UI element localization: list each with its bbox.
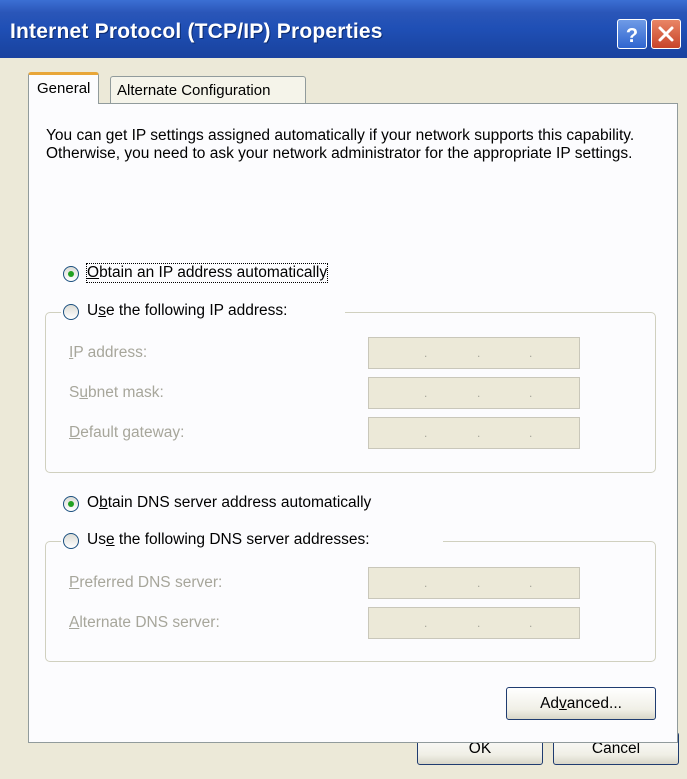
ip-address-field[interactable]: ... — [368, 337, 580, 369]
description-text: You can get IP settings assigned automat… — [46, 127, 635, 162]
use-following-dns-label[interactable]: Use the following DNS server addresses: — [87, 531, 370, 549]
title-bar[interactable]: Internet Protocol (TCP/IP) Properties ? — [0, 0, 687, 58]
radio-selected-dot — [68, 271, 74, 277]
use-following-ip-radio[interactable] — [63, 304, 79, 320]
obtain-dns-auto-radio[interactable] — [63, 496, 79, 512]
close-icon — [658, 26, 674, 42]
obtain-ip-auto-radio[interactable] — [63, 266, 79, 282]
preferred-dns-label: Preferred DNS server: — [69, 574, 223, 591]
alternate-dns-field[interactable]: ... — [368, 607, 580, 639]
default-gateway-field[interactable]: ... — [368, 417, 580, 449]
window-title: Internet Protocol (TCP/IP) Properties — [10, 20, 383, 43]
tab-general[interactable]: General — [28, 72, 100, 104]
alternate-dns-label: Alternate DNS server: — [69, 614, 220, 631]
radio-selected-dot — [68, 501, 74, 507]
close-button[interactable] — [651, 19, 681, 49]
subnet-mask-field[interactable]: ... — [368, 377, 580, 409]
default-gateway-label: Default gateway: — [69, 424, 185, 441]
tab-control: General Alternate Configuration You can … — [10, 72, 679, 754]
dns-manual-header: Use the following DNS server addresses: — [61, 529, 443, 553]
tcpip-properties-dialog: Internet Protocol (TCP/IP) Properties ? … — [0, 0, 687, 779]
help-icon: ? — [626, 25, 638, 47]
advanced-button[interactable]: Advanced... — [506, 687, 656, 720]
general-panel: You can get IP settings assigned automat… — [28, 103, 678, 743]
tab-general-label: General — [37, 80, 91, 97]
preferred-dns-field[interactable]: ... — [368, 567, 580, 599]
use-following-dns-radio[interactable] — [63, 533, 79, 549]
tab-alternate-label: Alternate Configuration — [117, 82, 271, 99]
dns-server-group — [45, 541, 656, 662]
subnet-mask-label: Subnet mask: — [69, 384, 164, 401]
obtain-ip-auto-label[interactable]: Obtain an IP address automatically — [85, 263, 329, 283]
ip-manual-header: Use the following IP address: — [61, 300, 345, 324]
svg-text:?: ? — [626, 25, 638, 47]
use-following-ip-label[interactable]: Use the following IP address: — [87, 302, 287, 320]
ip-address-label: IP address: — [69, 344, 148, 361]
help-button[interactable]: ? — [617, 19, 647, 49]
obtain-dns-auto-label[interactable]: Obtain DNS server address automatically — [87, 494, 371, 512]
tab-alternate-configuration[interactable]: Alternate Configuration — [110, 76, 306, 103]
